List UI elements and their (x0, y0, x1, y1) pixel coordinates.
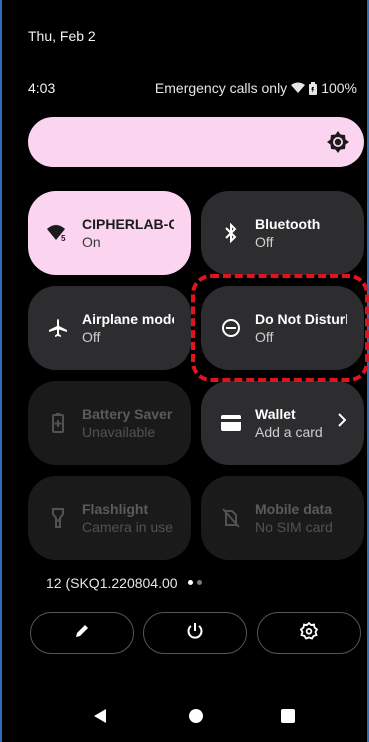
settings-button[interactable] (257, 612, 361, 654)
battery-percent: 100% (321, 80, 357, 96)
recents-button[interactable] (280, 708, 296, 729)
tile-battery-saver[interactable]: Battery Saver Unavailable (28, 381, 191, 465)
tile-flashlight-status: Camera in use (82, 519, 174, 535)
tile-wifi-status: On (82, 234, 101, 250)
tile-airplane-mode[interactable]: Airplane mode Off (28, 286, 191, 370)
back-button[interactable] (92, 708, 108, 729)
tile-wifi[interactable]: 5 CIPHERLAB-G On (28, 191, 191, 275)
power-button[interactable] (143, 612, 247, 654)
battery-icon (309, 81, 318, 95)
svg-text:5: 5 (61, 234, 66, 242)
flashlight-icon (44, 504, 72, 532)
power-icon (186, 622, 204, 645)
tile-battery-saver-title: Battery Saver (82, 406, 173, 422)
home-button[interactable] (188, 708, 204, 729)
wallet-icon (217, 409, 245, 437)
build-number: 12 (SKQ1.220804.00 (46, 575, 178, 591)
tile-battery-saver-status: Unavailable (82, 424, 156, 440)
tile-mobile-data-title: Mobile data (255, 501, 333, 517)
tile-wifi-title: CIPHERLAB-G (82, 216, 174, 232)
wifi-icon: 5 (44, 219, 72, 247)
status-text: Emergency calls only (154, 80, 288, 96)
status-bar: Emergency calls only 100% (155, 80, 357, 96)
chevron-right-icon (338, 413, 347, 432)
wifi-status-icon (291, 82, 306, 94)
airplane-icon (44, 314, 72, 342)
tile-wallet-title: Wallet (255, 406, 296, 422)
brightness-slider[interactable] (28, 117, 364, 167)
page-indicator (188, 580, 202, 585)
tile-bluetooth-status: Off (255, 234, 274, 250)
page-dot (197, 580, 202, 585)
pencil-icon (74, 623, 90, 644)
mobile-data-off-icon (217, 504, 245, 532)
tile-airplane-title: Airplane mode (82, 311, 174, 327)
gear-icon (299, 621, 319, 645)
bluetooth-icon (217, 219, 245, 247)
tile-flashlight[interactable]: Flashlight Camera in use (28, 476, 191, 560)
tile-bluetooth[interactable]: Bluetooth Off (201, 191, 364, 275)
highlight-annotation (191, 274, 369, 382)
tile-mobile-data-status: No SIM card (255, 519, 333, 535)
tile-wallet-status: Add a card (255, 424, 323, 440)
tile-flashlight-title: Flashlight (82, 501, 149, 517)
tile-bluetooth-title: Bluetooth (255, 216, 321, 232)
page-dot-active (188, 580, 193, 585)
clock: 4:03 (28, 80, 56, 96)
date-label: Thu, Feb 2 (28, 28, 96, 44)
tile-airplane-status: Off (82, 329, 101, 345)
edit-button[interactable] (30, 612, 134, 654)
battery-saver-icon (44, 409, 72, 437)
tile-mobile-data[interactable]: Mobile data No SIM card (201, 476, 364, 560)
tile-wallet[interactable]: Wallet Add a card (201, 381, 364, 465)
brightness-icon (326, 130, 350, 159)
